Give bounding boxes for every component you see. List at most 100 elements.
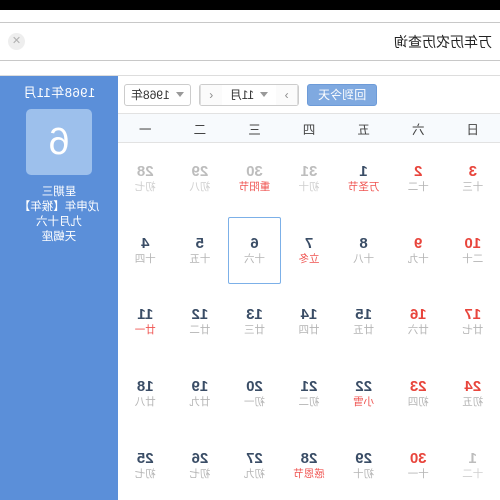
calendar-day-cell[interactable]: 26 初七: [174, 431, 227, 499]
calendar-day-cell[interactable]: 14 廿四: [283, 288, 336, 356]
calendar-day-cell[interactable]: 25 初七: [119, 431, 172, 499]
lunar-day-label: 廿六: [407, 324, 429, 337]
day-number: 29: [355, 449, 372, 467]
calendar-day-cell[interactable]: 1 万圣节: [337, 145, 390, 213]
calendar-day-cell[interactable]: 8 十八: [337, 217, 390, 285]
page-title: 万年历农历查询: [394, 33, 492, 50]
calendar-day-cell[interactable]: 21 初二: [283, 360, 336, 428]
spacer-strip: [0, 61, 500, 75]
calendar-week-row: 18 廿八 19 廿九 20 初一 21 初二 22 小雪 23 初四 24 初五: [118, 358, 500, 430]
calendar-day-cell[interactable]: 27 初九: [228, 431, 281, 499]
day-number: 3: [468, 163, 477, 181]
calendar-day-cell[interactable]: 28 感恩节: [283, 431, 336, 499]
calendar-day-cell[interactable]: 29 初八: [174, 145, 227, 213]
calendar-day-cell[interactable]: 1 十二: [446, 431, 499, 499]
lunar-day-label: 廿九: [189, 396, 211, 409]
calendar-week-row: 11 廿一 12 廿二 13 廿三 14 廿四 15 廿五 16 廿六 17 廿七: [118, 286, 500, 358]
sidebar-year-month: 1968年11月: [22, 85, 96, 100]
day-number: 20: [246, 378, 263, 396]
weekday-header-row: 一二三四五六日: [118, 114, 500, 143]
calendar-app-body: 1968年11月 6 星期三 戊申年【猴年】 九月十六 天蝎座 1968年 ‹: [0, 75, 500, 500]
month-select-value: 11月: [229, 88, 255, 102]
sidebar-ganzhi-year: 戊申年【猴年】: [18, 201, 100, 213]
festival-label: 重阳节: [238, 181, 271, 194]
day-number: 1: [468, 449, 477, 467]
calendar-day-cell[interactable]: 16 廿六: [392, 288, 445, 356]
day-number: 1: [359, 163, 368, 181]
calendar-day-cell[interactable]: 18 廿八: [119, 360, 172, 428]
calendar-day-cell[interactable]: 13 廿三: [228, 288, 281, 356]
sidebar-zodiac-sign: 天蝎座: [41, 231, 77, 243]
day-number: 16: [409, 306, 427, 324]
day-number: 26: [191, 449, 209, 467]
calendar-day-cell[interactable]: 7 立冬: [283, 217, 336, 285]
day-number: 12: [191, 306, 209, 324]
calendar-week-row: 28 初七 29 初八 30 重阳节 31 初十 1 万圣节 2 十二 3 十三: [118, 143, 500, 215]
weekday-header-4: 五: [357, 122, 370, 137]
day-number: 31: [300, 163, 318, 181]
day-number: 4: [141, 234, 150, 252]
calendar-day-cell[interactable]: 19 廿九: [174, 360, 227, 428]
weekday-header-1: 二: [193, 122, 207, 137]
mirrored-page-wrapper: 万年历农历查询 ✕ 1968年11月 6 星期三 戊申年【猴年】 九月十六 天蝎…: [0, 0, 500, 500]
close-icon[interactable]: ✕: [8, 33, 25, 50]
browser-chrome-strip: [0, 10, 500, 23]
lunar-day-label: 初四: [407, 396, 429, 409]
calendar-day-cell[interactable]: 29 初十: [337, 431, 390, 499]
day-number: 28: [136, 163, 154, 181]
calendar-day-cell[interactable]: 5 十五: [174, 217, 227, 285]
calendar-day-cell-selected[interactable]: 6 十六: [228, 216, 281, 285]
calendar-day-cell[interactable]: 9 十九: [392, 217, 445, 285]
day-number: 5: [195, 234, 205, 252]
lunar-day-label: 廿二: [189, 324, 211, 337]
weekday-header-0: 一: [139, 122, 152, 137]
next-month-button[interactable]: ›: [276, 84, 299, 105]
calendar-day-cell[interactable]: 22 小雪: [337, 360, 390, 428]
weekday-header-5: 六: [411, 122, 425, 137]
calendar-day-cell[interactable]: 3 十三: [446, 145, 499, 213]
calendar-day-cell[interactable]: 28 初七: [119, 145, 172, 213]
calendar-day-cell[interactable]: 2 十二: [392, 145, 445, 213]
calendar-week-row: 25 初七 26 初七 27 初九 28 感恩节 29 初十 30 十一 1 十二: [118, 429, 500, 500]
calendar-day-cell[interactable]: 31 初十: [283, 145, 336, 213]
selected-day-number: 6: [48, 121, 70, 163]
day-number: 10: [464, 234, 482, 252]
day-number: 28: [300, 449, 318, 467]
lunar-day-label: 初九: [243, 467, 265, 480]
day-number: 29: [191, 163, 209, 181]
calendar-day-cell[interactable]: 20 初一: [228, 360, 281, 428]
calendar-day-cell[interactable]: 12 廿二: [174, 288, 227, 356]
calendar-day-cell[interactable]: 11 廿一: [119, 288, 172, 356]
month-select[interactable]: 11月: [222, 85, 276, 105]
selected-date-details: 星期三 戊申年【猴年】 九月十六 天蝎座: [19, 185, 100, 245]
prev-month-button[interactable]: ‹: [199, 84, 222, 105]
day-number: 2: [414, 163, 423, 181]
day-number: 27: [246, 449, 263, 467]
day-number: 21: [300, 378, 318, 396]
calendar-day-cell[interactable]: 30 十一: [392, 431, 445, 499]
year-select[interactable]: 1968年: [124, 83, 191, 106]
sidebar-weekday: 星期三: [41, 186, 77, 198]
day-number: 22: [355, 378, 372, 396]
lunar-day-label: 初十: [298, 181, 320, 194]
lunar-day-label: 廿七: [462, 324, 484, 337]
calendar-day-cell[interactable]: 10 二十: [446, 217, 499, 285]
calendar-day-cell[interactable]: 15 廿五: [337, 288, 390, 356]
lunar-day-label: 初八: [189, 181, 211, 194]
day-number: 23: [409, 378, 427, 396]
calendar-day-cell[interactable]: 4 十四: [119, 217, 172, 285]
calendar-day-cell[interactable]: 24 初五: [446, 360, 499, 428]
lunar-day-label: 初十: [353, 467, 375, 480]
calendar-day-cell[interactable]: 30 重阳节: [228, 145, 281, 213]
calendar-day-cell[interactable]: 17 廿七: [446, 288, 499, 356]
lunar-day-label: 十四: [134, 252, 156, 265]
day-number: 6: [250, 234, 259, 252]
weekday-header-2: 三: [248, 122, 261, 137]
calendar-day-cell[interactable]: 23 初四: [392, 360, 445, 428]
back-to-today-button[interactable]: 回到今天: [307, 83, 378, 106]
festival-label: 小雪: [353, 396, 375, 409]
selected-date-sidebar: 1968年11月 6 星期三 戊申年【猴年】 九月十六 天蝎座: [0, 76, 118, 500]
chevron-down-icon: [175, 92, 184, 97]
sidebar-lunar-date: 九月十六: [36, 216, 82, 228]
day-number: 15: [355, 306, 372, 324]
